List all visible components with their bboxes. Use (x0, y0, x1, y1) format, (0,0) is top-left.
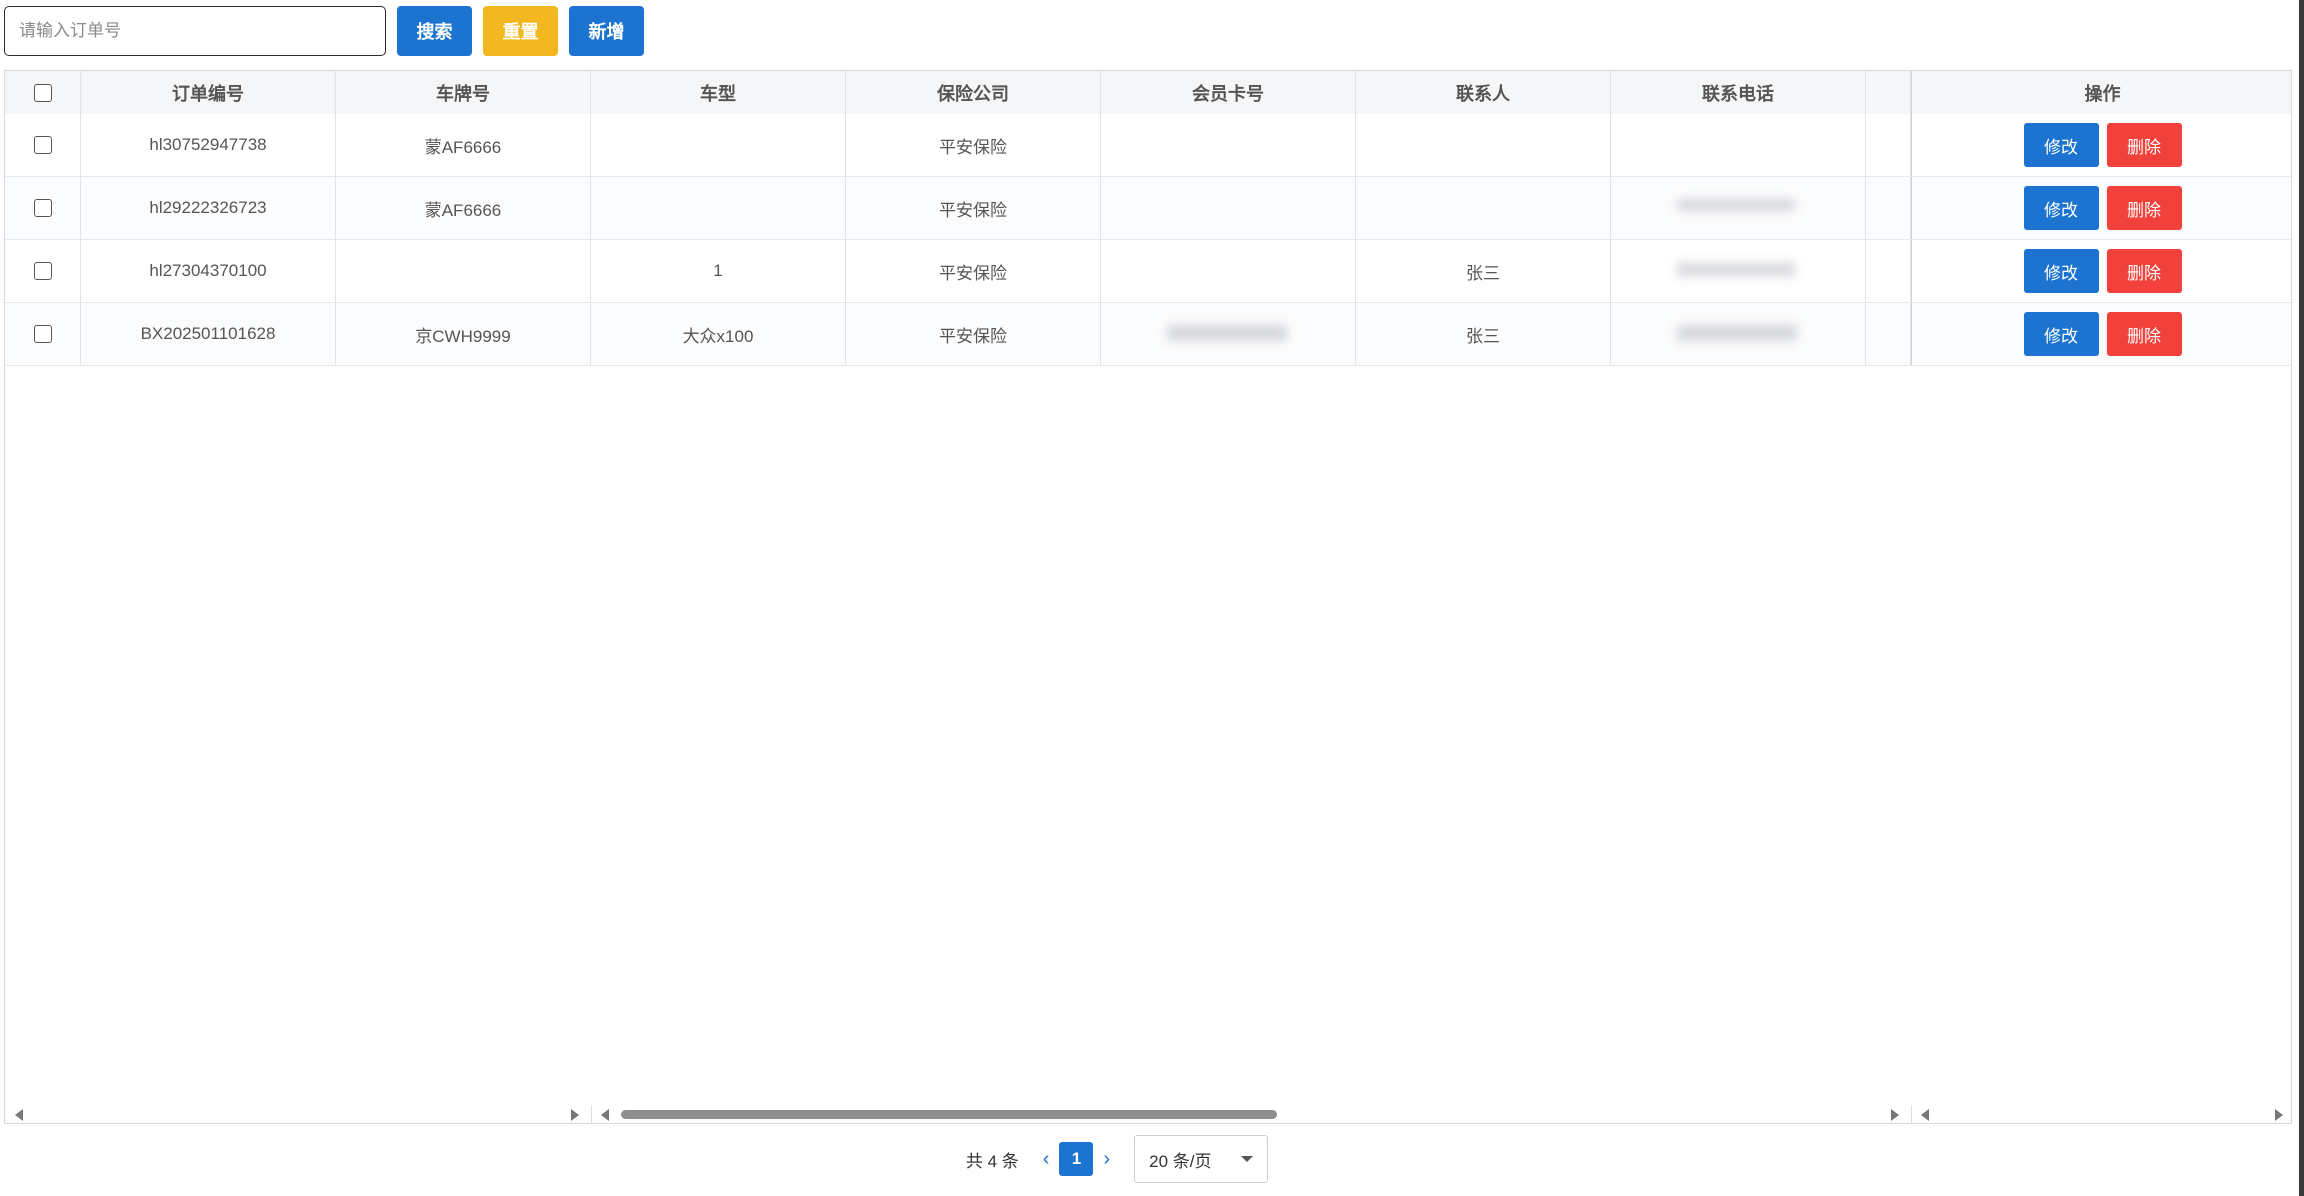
header-actions: 操作 (1911, 71, 2293, 114)
chevron-down-icon (1241, 1156, 1254, 1162)
row-select-cell (5, 177, 81, 239)
cell-actions: 修改 删除 (1911, 114, 2293, 176)
edit-button[interactable]: 修改 (2023, 249, 2099, 293)
prev-page-chevron-icon[interactable]: ‹ (1043, 1148, 1050, 1171)
row-checkbox[interactable] (33, 262, 52, 280)
search-button[interactable]: 搜索 (397, 6, 472, 56)
cell-order-no: hl27304370100 (81, 240, 336, 302)
cell-contact: 张三 (1356, 240, 1611, 302)
row-select-cell (5, 240, 81, 302)
cell-plate (336, 240, 591, 302)
header-insurer[interactable]: 保险公司 (846, 71, 1101, 114)
cell-plate: 京CWH9999 (336, 303, 591, 365)
cell-actions: 修改 删除 (1911, 240, 2293, 302)
header-contact[interactable]: 联系人 (1356, 71, 1611, 114)
row-select-cell (5, 114, 81, 176)
cell-phone (1611, 177, 1866, 239)
cell-actions: 修改 删除 (1911, 303, 2293, 365)
scroll-left-icon[interactable] (15, 1109, 23, 1121)
redacted-phone (1677, 258, 1797, 280)
table-row[interactable]: hl29222326723 蒙AF6666 平安保险 修改 删除 (5, 177, 2291, 240)
cell-insurer: 平安保险 (846, 240, 1101, 302)
scrollbar-thumb[interactable] (621, 1110, 1277, 1119)
row-checkbox[interactable] (33, 199, 52, 217)
cell-insurer: 平安保险 (846, 177, 1101, 239)
redacted-phone (1677, 195, 1797, 215)
cell-member-card (1101, 114, 1356, 176)
cell-empty (1866, 240, 1911, 302)
page-size-select[interactable]: 20 条/页 (1134, 1135, 1269, 1183)
header-phone[interactable]: 联系电话 (1611, 71, 1866, 114)
cell-phone (1611, 114, 1866, 176)
pagination: 共 4 条 ‹ 1 › 20 条/页 (0, 1135, 2304, 1183)
table-row[interactable]: BX202501101628 京CWH9999 大众x100 平安保险 张三 修… (5, 303, 2291, 366)
cell-empty (1866, 303, 1911, 365)
edit-button[interactable]: 修改 (2023, 123, 2099, 167)
scrollbar-divider (1911, 1105, 1912, 1123)
delete-button[interactable]: 删除 (2106, 312, 2182, 356)
delete-button[interactable]: 删除 (2106, 249, 2182, 293)
scroll-left-icon[interactable] (601, 1109, 609, 1121)
header-member-card[interactable]: 会员卡号 (1101, 71, 1356, 114)
cell-contact (1356, 177, 1611, 239)
cell-actions: 修改 删除 (1911, 177, 2293, 239)
cell-contact: 张三 (1356, 303, 1611, 365)
cell-order-no: BX202501101628 (81, 303, 336, 365)
edit-button[interactable]: 修改 (2023, 312, 2099, 356)
cell-member-card (1101, 303, 1356, 365)
cell-empty (1866, 114, 1911, 176)
table-header: 订单编号 车牌号 车型 保险公司 会员卡号 联系人 联系电话 操作 (5, 71, 2291, 115)
cell-order-no: hl29222326723 (81, 177, 336, 239)
cell-model (591, 114, 846, 176)
row-select-cell (5, 303, 81, 365)
cell-order-no: hl30752947738 (81, 114, 336, 176)
total-count: 共 4 条 (965, 1151, 1019, 1171)
cell-member-card (1101, 177, 1356, 239)
delete-button[interactable]: 删除 (2106, 186, 2182, 230)
scrollbar-divider (591, 1105, 592, 1123)
edit-button[interactable]: 修改 (2023, 186, 2099, 230)
table-row[interactable]: hl27304370100 1 平安保险 张三 修改 删除 (5, 240, 2291, 303)
delete-button[interactable]: 删除 (2106, 123, 2182, 167)
orders-table: 订单编号 车牌号 车型 保险公司 会员卡号 联系人 联系电话 操作 hl3075… (4, 70, 2292, 1124)
cell-model: 大众x100 (591, 303, 846, 365)
page-size-value: 20 条/页 (1149, 1151, 1212, 1171)
page-number-button[interactable]: 1 (1059, 1142, 1094, 1176)
scroll-right-icon[interactable] (2275, 1109, 2283, 1121)
cell-insurer: 平安保险 (846, 114, 1101, 176)
header-model[interactable]: 车型 (591, 71, 846, 114)
horizontal-scrollbar[interactable] (5, 1105, 2291, 1123)
cell-plate: 蒙AF6666 (336, 114, 591, 176)
order-search-input[interactable] (4, 6, 386, 56)
header-select-all-cell (5, 71, 81, 114)
next-page-chevron-icon[interactable]: › (1103, 1148, 1110, 1171)
scroll-right-icon[interactable] (571, 1109, 579, 1121)
cell-empty (1866, 177, 1911, 239)
cell-insurer: 平安保险 (846, 303, 1101, 365)
header-plate[interactable]: 车牌号 (336, 71, 591, 114)
toolbar: 搜索 重置 新增 (4, 6, 644, 56)
header-order-no[interactable]: 订单编号 (81, 71, 336, 114)
cell-phone (1611, 240, 1866, 302)
add-button[interactable]: 新增 (569, 6, 644, 56)
window-edge (2299, 0, 2304, 1196)
table-row[interactable]: hl30752947738 蒙AF6666 平安保险 修改 删除 (5, 114, 2291, 177)
cell-model: 1 (591, 240, 846, 302)
cell-contact (1356, 114, 1611, 176)
cell-phone (1611, 303, 1866, 365)
scroll-left-icon[interactable] (1921, 1109, 1929, 1121)
row-checkbox[interactable] (33, 325, 52, 343)
cell-plate: 蒙AF6666 (336, 177, 591, 239)
header-empty (1866, 71, 1911, 114)
reset-button[interactable]: 重置 (483, 6, 558, 56)
cell-member-card (1101, 240, 1356, 302)
redacted-phone (1677, 319, 1799, 347)
cell-model (591, 177, 846, 239)
redacted-member-card (1167, 319, 1289, 347)
scroll-right-icon[interactable] (1891, 1109, 1899, 1121)
row-checkbox[interactable] (33, 136, 52, 154)
select-all-checkbox[interactable] (33, 83, 52, 102)
